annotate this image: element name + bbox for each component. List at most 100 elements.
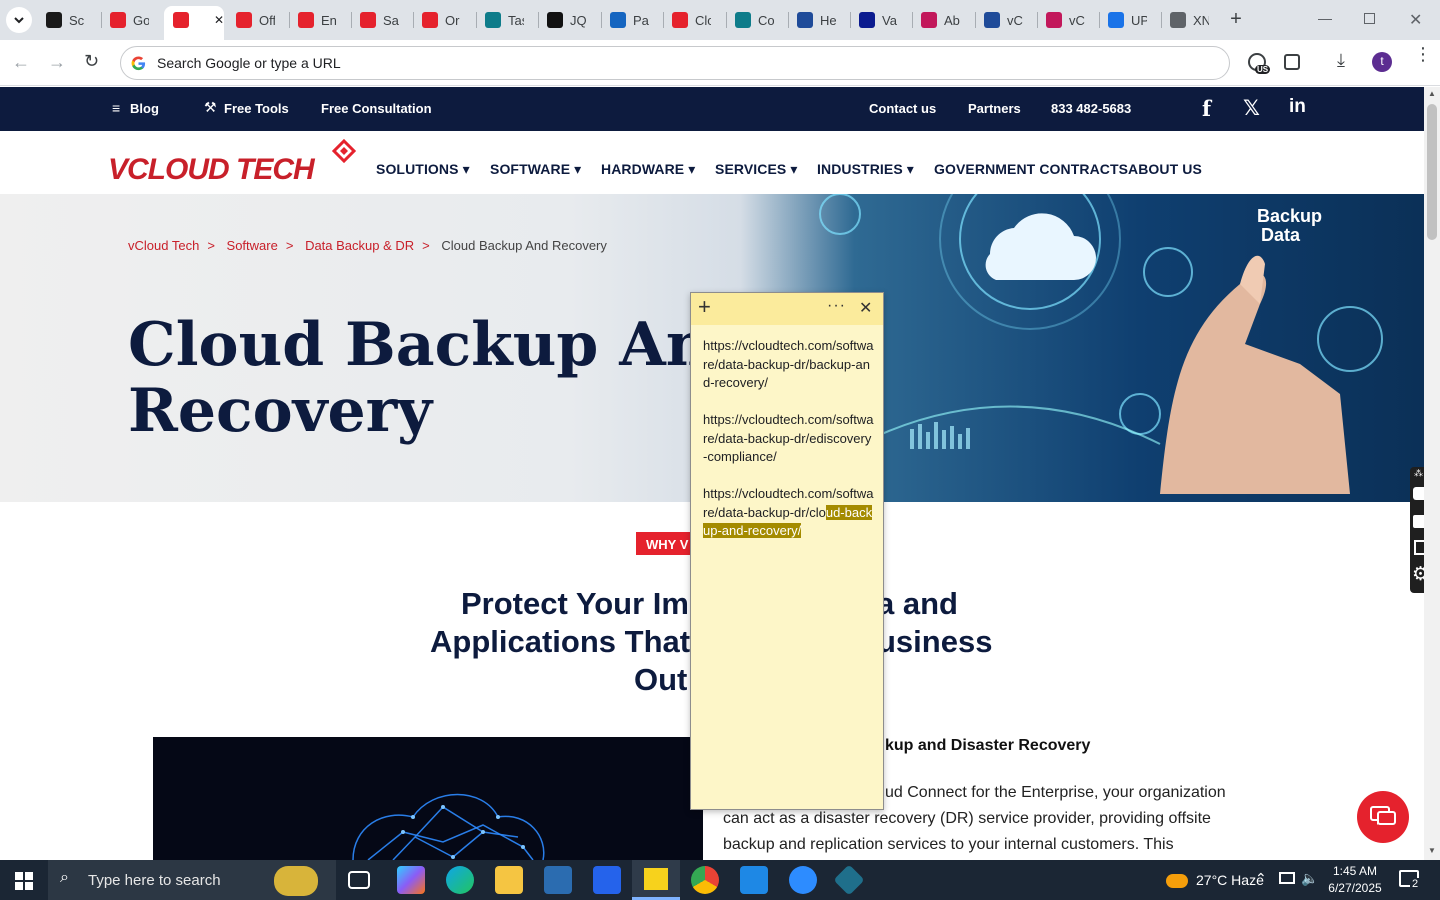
vscode-icon[interactable] xyxy=(740,866,768,894)
facebook-icon[interactable]: f xyxy=(1202,96,1211,121)
microsoft-store-icon[interactable] xyxy=(544,866,572,894)
zoom-icon[interactable] xyxy=(789,866,817,894)
tray-chevron-icon[interactable]: ⌃ xyxy=(1255,870,1267,887)
mail-icon[interactable] xyxy=(593,866,621,894)
taskbar-search-placeholder: Type here to search xyxy=(88,872,221,889)
scroll-down-arrow[interactable]: ▼ xyxy=(1428,846,1436,855)
network-cloud-graphic xyxy=(352,793,545,860)
breadcrumb-data-backup[interactable]: Data Backup & DR xyxy=(305,238,414,253)
hero-image-label-data: Data xyxy=(1261,225,1301,245)
free-consultation-link[interactable]: Free Consultation xyxy=(321,101,432,116)
tab-search-button[interactable] xyxy=(6,7,32,33)
contact-us-link[interactable]: Contact us xyxy=(869,101,936,116)
tab-separator xyxy=(1099,12,1100,28)
tab-title: Co xyxy=(758,12,774,28)
browser-tab[interactable]: ✕ xyxy=(173,8,224,32)
browser-tab[interactable]: JQ xyxy=(547,8,586,32)
minimize-button[interactable] xyxy=(1318,12,1332,26)
browser-tab[interactable]: Or xyxy=(422,8,461,32)
restore-button[interactable] xyxy=(1364,13,1375,24)
menu-kebab-icon[interactable]: ⋮ xyxy=(1414,45,1432,63)
browser-tab[interactable]: UP xyxy=(1108,8,1147,32)
taskbar-search-box[interactable]: ⌕ Type here to search xyxy=(48,860,336,900)
browser-tab[interactable]: Ab xyxy=(921,8,960,32)
sticky-notes-taskbar-item[interactable] xyxy=(632,860,680,900)
notification-count: 2 xyxy=(1410,878,1421,890)
breadcrumb-software[interactable]: Software xyxy=(227,238,278,253)
note-link-2[interactable]: https://vcloudtech.com/software/data-bac… xyxy=(703,411,875,467)
free-tools-link[interactable]: Free Tools xyxy=(224,101,289,116)
scroll-up-arrow[interactable]: ▲ xyxy=(1428,89,1436,98)
close-window-button[interactable]: ✕ xyxy=(1409,10,1422,30)
x-twitter-icon[interactable]: 𝕏 xyxy=(1243,96,1260,121)
tab-separator xyxy=(476,12,477,28)
scrollbar-thumb[interactable] xyxy=(1427,104,1437,240)
nav-about-us[interactable]: ABOUT US xyxy=(1128,161,1202,177)
weather-icon xyxy=(1166,874,1188,889)
reload-button[interactable]: ↻ xyxy=(84,51,99,72)
tab-favicon-icon xyxy=(46,12,62,28)
nav-solutions[interactable]: SOLUTIONS ▾ xyxy=(376,161,470,178)
browser-tab[interactable]: Clo xyxy=(672,8,711,32)
sticky-note-content[interactable]: https://vcloudtech.com/software/data-bac… xyxy=(703,337,875,559)
browser-tab[interactable]: vCl xyxy=(984,8,1023,32)
file-explorer-icon[interactable] xyxy=(495,866,523,894)
blog-link[interactable]: Blog xyxy=(130,101,159,116)
new-tab-button[interactable]: + xyxy=(1226,9,1246,30)
sticky-note-header[interactable]: + ··· ✕ xyxy=(691,293,883,325)
back-button[interactable]: ← xyxy=(12,52,30,73)
browser-tab[interactable]: Scr xyxy=(46,8,85,32)
tab-close-icon[interactable]: ✕ xyxy=(214,13,224,27)
task-view-icon[interactable] xyxy=(348,871,370,889)
new-note-plus-icon[interactable]: + xyxy=(698,296,711,318)
browser-tab[interactable]: Off xyxy=(236,8,275,32)
vcloud-logo[interactable]: VCLOUD TECH xyxy=(108,139,358,189)
network-icon[interactable] xyxy=(1279,872,1295,884)
browser-tab[interactable]: Sa xyxy=(360,8,399,32)
forward-button[interactable]: → xyxy=(48,52,66,73)
chat-button[interactable] xyxy=(1357,791,1409,843)
tab-favicon-icon xyxy=(1046,12,1062,28)
rail-handle-icon[interactable]: ⁂ xyxy=(1414,468,1423,479)
close-note-icon[interactable]: ✕ xyxy=(859,298,872,318)
search-icon: ⌕ xyxy=(60,869,69,886)
browser-tab[interactable]: Tas xyxy=(485,8,524,32)
note-link-1[interactable]: https://vcloudtech.com/software/data-bac… xyxy=(703,337,875,393)
address-bar[interactable]: Search Google or type a URL xyxy=(120,46,1230,80)
chrome-icon[interactable] xyxy=(691,866,719,894)
linkedin-icon[interactable]: in xyxy=(1289,96,1306,118)
volume-icon[interactable]: 🔈 xyxy=(1301,870,1318,887)
windows-start-icon[interactable] xyxy=(15,872,33,890)
browser-tab[interactable]: vCl xyxy=(1046,8,1085,32)
nav-services[interactable]: SERVICES ▾ xyxy=(715,161,797,178)
weather-widget[interactable]: 27°C Haze xyxy=(1166,872,1264,889)
page-title: Cloud Backup And Recovery xyxy=(128,312,751,444)
phone-link[interactable]: 833 482-5683 xyxy=(1051,101,1131,116)
extensions-icon[interactable] xyxy=(1284,54,1300,70)
browser-tab[interactable]: Co xyxy=(735,8,774,32)
browser-tab[interactable]: Go xyxy=(110,8,149,32)
browser-tab[interactable]: Ent xyxy=(298,8,337,32)
tab-separator xyxy=(413,12,414,28)
browser-tab[interactable]: Pa xyxy=(610,8,649,32)
nav-government-contracts[interactable]: GOVERNMENT CONTRACTS xyxy=(934,161,1128,177)
nav-software[interactable]: SOFTWARE ▾ xyxy=(490,161,581,178)
browser-tab[interactable]: He xyxy=(797,8,836,32)
copilot-icon[interactable] xyxy=(397,866,425,894)
partners-link[interactable]: Partners xyxy=(968,101,1021,116)
tab-title: Off xyxy=(259,12,275,28)
more-options-icon[interactable]: ··· xyxy=(827,297,846,315)
note-link-3[interactable]: https://vcloudtech.com/software/data-bac… xyxy=(703,485,875,541)
download-icon[interactable]: ⤓ xyxy=(1337,50,1345,71)
profile-avatar[interactable]: t xyxy=(1372,52,1392,72)
system-clock[interactable]: 1:45 AM 6/27/2025 xyxy=(1322,863,1388,897)
browser-tab[interactable]: Va xyxy=(859,8,898,32)
nav-industries[interactable]: INDUSTRIES ▾ xyxy=(817,161,914,178)
browser-tab[interactable]: XN xyxy=(1170,8,1209,32)
edge-icon[interactable] xyxy=(446,866,474,894)
sticky-note-window[interactable]: + ··· ✕ https://vcloudtech.com/software/… xyxy=(690,292,884,810)
logo-diamond-icon xyxy=(332,139,356,163)
breadcrumb-home[interactable]: vCloud Tech xyxy=(128,238,199,253)
menu-hamburger-icon[interactable]: ≡ xyxy=(112,100,120,116)
nav-hardware[interactable]: HARDWARE ▾ xyxy=(601,161,695,178)
